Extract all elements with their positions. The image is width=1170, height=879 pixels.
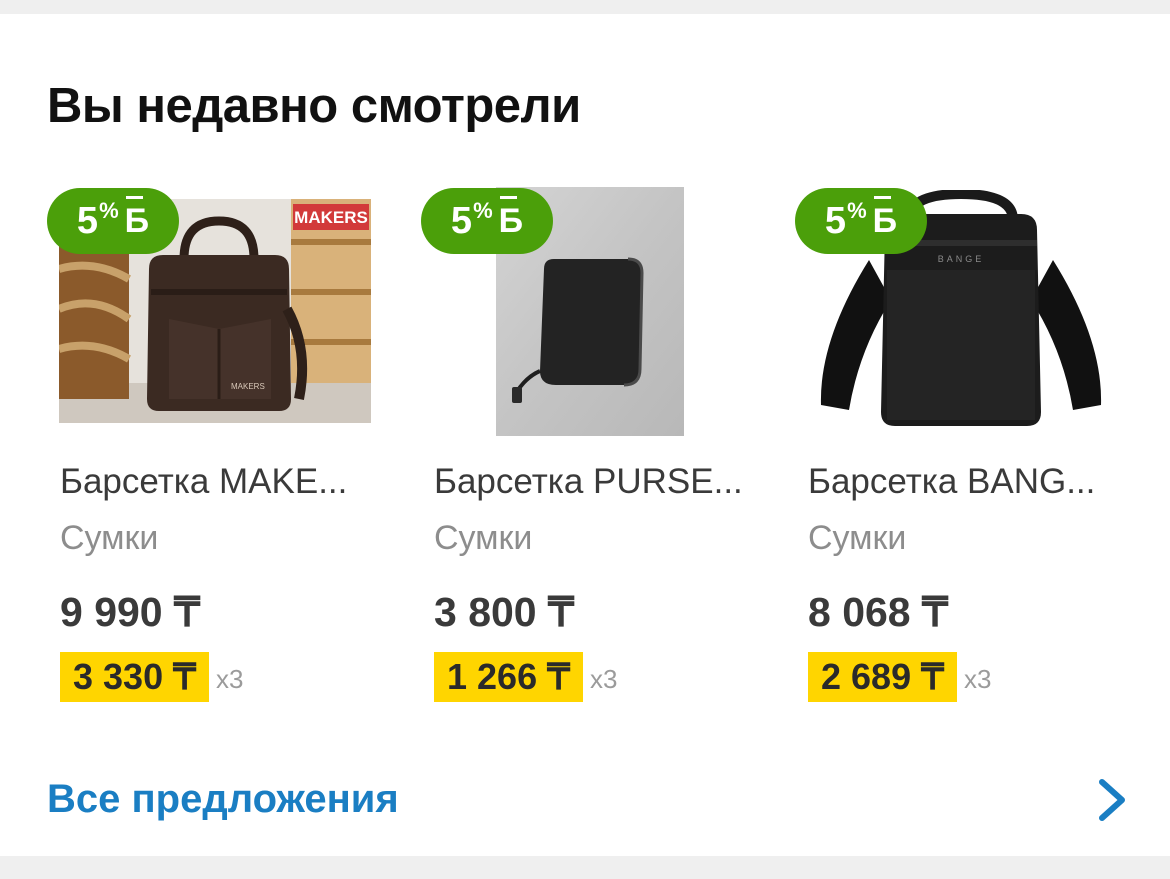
installment-price: 2 689 ₸ (808, 652, 957, 702)
product-card[interactable]: BANGE 5% Б Барсетка BANG... Сумки 8 068 ₸… (795, 186, 1125, 702)
installment-offer: 1 266 ₸ х3 (434, 652, 617, 702)
product-price: 8 068 ₸ (808, 589, 949, 635)
svg-text:MAKERS: MAKERS (294, 208, 368, 227)
bonus-badge: 5% Б (47, 188, 179, 254)
installment-price: 1 266 ₸ (434, 652, 583, 702)
product-card[interactable]: 5% Б Барсетка PURSE... Сумки 3 800 ₸ 1 2… (421, 186, 751, 702)
installment-multiplier: х3 (964, 663, 992, 694)
product-price: 3 800 ₸ (434, 589, 575, 635)
product-card[interactable]: 5% Б MAKERS MAKERS Барсетка MAKE... Сумк… (47, 186, 377, 702)
product-image-area[interactable]: BANGE 5% Б (795, 186, 1125, 441)
recently-viewed-card: Вы недавно смотрели 5% Б MAKERS MAKERS Б… (0, 14, 1170, 856)
product-price: 9 990 ₸ (60, 589, 201, 635)
product-image-area[interactable]: 5% Б (421, 186, 751, 441)
all-offers-link[interactable]: Все предложения (47, 777, 399, 822)
product-category: Сумки (60, 519, 159, 557)
section-title: Вы недавно смотрели (47, 79, 581, 133)
svg-text:BANGE: BANGE (938, 254, 985, 264)
product-name[interactable]: Барсетка BANG... (808, 462, 1120, 502)
svg-text:MAKERS: MAKERS (231, 382, 265, 391)
product-name[interactable]: Барсетка PURSE... (434, 462, 746, 502)
product-category: Сумки (808, 519, 907, 557)
installment-price: 3 330 ₸ (60, 652, 209, 702)
chevron-right-icon[interactable] (1094, 778, 1130, 822)
bonus-badge: 5% Б (421, 188, 553, 254)
installment-offer: 3 330 ₸ х3 (60, 652, 243, 702)
product-category: Сумки (434, 519, 533, 557)
product-image-area[interactable]: 5% Б MAKERS MAKERS (47, 186, 377, 441)
installment-offer: 2 689 ₸ х3 (808, 652, 991, 702)
bonus-badge: 5% Б (795, 188, 927, 254)
product-name[interactable]: Барсетка MAKE... (60, 462, 372, 502)
installment-multiplier: х3 (590, 663, 618, 694)
installment-multiplier: х3 (216, 663, 244, 694)
